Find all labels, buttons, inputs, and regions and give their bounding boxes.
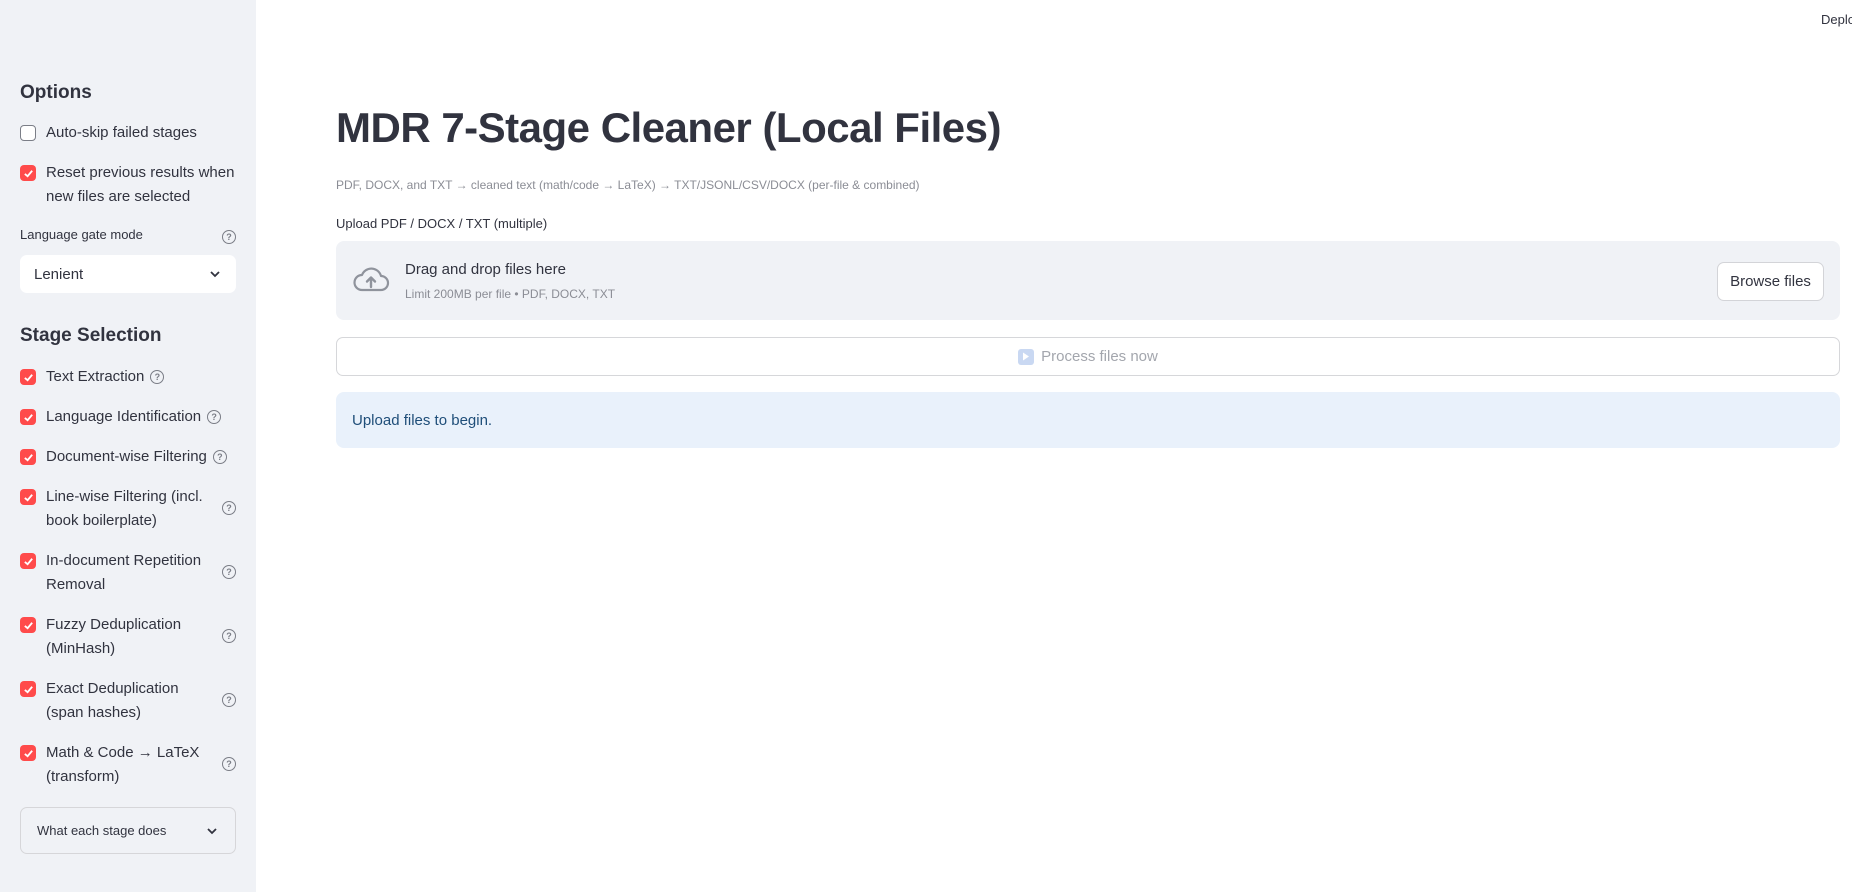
chevron-down-icon — [207, 827, 217, 834]
stage-repetition-removal[interactable]: In-document Repetition Removal ? — [20, 549, 236, 597]
dropzone-title: Drag and drop files here — [405, 261, 566, 278]
help-icon[interactable]: ? — [222, 629, 236, 643]
file-dropzone[interactable]: Drag and drop files here Limit 200MB per… — [336, 241, 1840, 320]
help-icon[interactable]: ? — [222, 693, 236, 707]
checkbox[interactable] — [20, 745, 36, 761]
stage-label: Exact Deduplication (span hashes) — [46, 680, 179, 721]
stage-label: Text Extraction — [46, 368, 145, 385]
page-caption: PDF, DOCX, and TXT → cleaned text (math/… — [336, 178, 920, 192]
stage-fuzzy-dedup[interactable]: Fuzzy Deduplication (MinHash) ? — [20, 613, 236, 661]
stage-label: In-document Repetition Removal — [46, 552, 202, 593]
checkbox[interactable] — [20, 489, 36, 505]
chevron-down-icon — [210, 271, 220, 278]
browse-files-button[interactable]: Browse files — [1717, 262, 1824, 301]
option-label: Auto-skip failed stages — [46, 124, 197, 141]
language-gate-select[interactable]: Lenient — [20, 255, 236, 293]
dropzone-limit: Limit 200MB per file • PDF, DOCX, TXT — [405, 287, 616, 301]
help-icon[interactable]: ? — [222, 501, 236, 515]
deploy-button[interactable]: Deplo — [1821, 12, 1852, 27]
checkbox[interactable] — [20, 369, 36, 385]
help-icon[interactable]: ? — [222, 230, 236, 244]
option-reset-results[interactable]: Reset previous results when new files ar… — [20, 161, 236, 209]
stage-label: Math & Code → LaTeX (transform) — [46, 744, 200, 785]
expander-label: What each stage does — [37, 823, 167, 838]
option-label: Reset previous results when new files ar… — [46, 164, 235, 205]
help-icon[interactable]: ? — [150, 370, 165, 384]
checkbox[interactable] — [20, 125, 36, 141]
stage-line-filtering[interactable]: Line-wise Filtering (incl. book boilerpl… — [20, 485, 236, 533]
checkbox[interactable] — [20, 449, 36, 465]
process-files-button[interactable]: Process files now — [336, 337, 1840, 376]
help-icon[interactable]: ? — [207, 410, 222, 424]
help-icon[interactable]: ? — [222, 757, 236, 771]
help-icon[interactable]: ? — [212, 450, 227, 464]
language-gate-label: Language gate mode — [20, 227, 143, 242]
stage-math-code-latex[interactable]: Math & Code → LaTeX (transform) ? — [20, 741, 236, 789]
play-icon — [1018, 348, 1035, 365]
upload-label: Upload PDF / DOCX / TXT (multiple) — [336, 216, 548, 231]
select-value: Lenient — [34, 265, 84, 283]
checkbox[interactable] — [20, 165, 36, 181]
checkbox[interactable] — [20, 617, 36, 633]
sidebar: Options Auto-skip failed stages Reset pr… — [0, 0, 256, 892]
stage-text-extraction[interactable]: Text Extraction ? — [20, 365, 236, 389]
info-text: Upload files to begin. — [352, 411, 493, 429]
cloud-upload-icon — [353, 267, 390, 292]
stage-info-expander[interactable]: What each stage does — [20, 807, 236, 854]
options-heading: Options — [20, 82, 92, 103]
info-alert: Upload files to begin. — [336, 392, 1840, 448]
option-auto-skip[interactable]: Auto-skip failed stages — [20, 121, 236, 145]
stage-label: Document-wise Filtering — [46, 448, 207, 465]
checkbox[interactable] — [20, 409, 36, 425]
page-title: MDR 7-Stage Cleaner (Local Files) — [336, 104, 1002, 151]
stage-selection-heading: Stage Selection — [20, 325, 162, 346]
stage-label: Line-wise Filtering (incl. book boilerpl… — [46, 488, 203, 529]
stage-label: Language Identification — [46, 408, 202, 425]
checkbox[interactable] — [20, 681, 36, 697]
help-icon[interactable]: ? — [222, 565, 236, 579]
stage-label: Fuzzy Deduplication (MinHash) — [46, 616, 182, 657]
checkbox[interactable] — [20, 553, 36, 569]
stage-language-identification[interactable]: Language Identification ? — [20, 405, 236, 429]
process-label: Process files now — [1041, 348, 1158, 365]
stage-exact-dedup[interactable]: Exact Deduplication (span hashes) ? — [20, 677, 236, 725]
stage-document-filtering[interactable]: Document-wise Filtering ? — [20, 445, 236, 469]
